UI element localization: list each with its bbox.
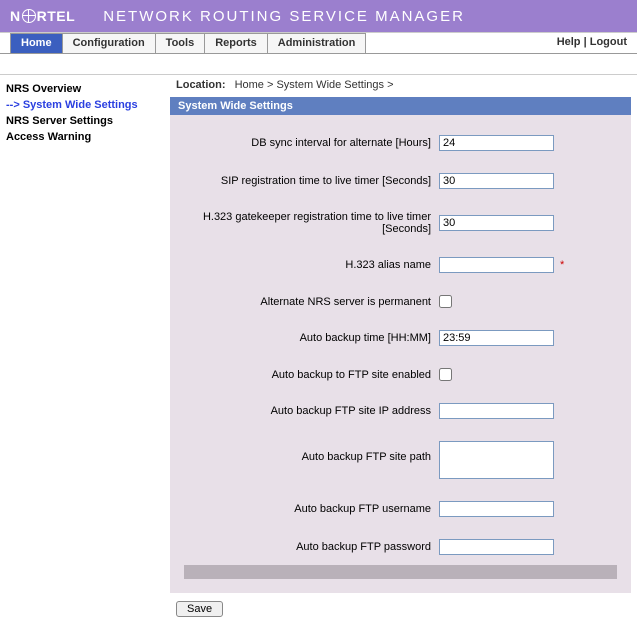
input-ftp-ip[interactable] bbox=[439, 403, 554, 419]
input-ftp-pass[interactable] bbox=[439, 539, 554, 555]
label-alt-permanent: Alternate NRS server is permanent bbox=[184, 296, 439, 308]
brand-post: RTEL bbox=[37, 8, 76, 24]
sidebar: NRS Overview System Wide Settings NRS Se… bbox=[0, 75, 170, 145]
label-ftp-path: Auto backup FTP site path bbox=[184, 441, 439, 463]
required-marker: * bbox=[560, 259, 564, 271]
footer-strip bbox=[184, 565, 617, 579]
brand-logo: N RTEL bbox=[10, 8, 75, 24]
input-db-sync[interactable] bbox=[439, 135, 554, 151]
help-link[interactable]: Help bbox=[557, 36, 581, 48]
main-area: NRS Overview System Wide Settings NRS Se… bbox=[0, 75, 637, 617]
breadcrumb-sep2: > bbox=[387, 79, 393, 91]
input-ftp-user[interactable] bbox=[439, 501, 554, 517]
logout-link[interactable]: Logout bbox=[590, 36, 627, 48]
breadcrumb: Location: Home > System Wide Settings > bbox=[170, 75, 631, 97]
sidebar-item-server-settings[interactable]: NRS Server Settings bbox=[6, 113, 162, 129]
brand-pre: N bbox=[10, 8, 21, 24]
label-h323-ttl: H.323 gatekeeper registration time to li… bbox=[184, 211, 439, 235]
breadcrumb-home[interactable]: Home bbox=[235, 79, 264, 91]
settings-form: DB sync interval for alternate [Hours] S… bbox=[170, 115, 631, 593]
label-db-sync: DB sync interval for alternate [Hours] bbox=[184, 137, 439, 149]
sidebar-item-system-wide[interactable]: System Wide Settings bbox=[6, 97, 162, 113]
label-h323-alias: H.323 alias name bbox=[184, 259, 439, 271]
checkbox-ftp-enabled[interactable] bbox=[439, 368, 452, 381]
input-h323-ttl[interactable] bbox=[439, 215, 554, 231]
sidebar-item-overview[interactable]: NRS Overview bbox=[6, 81, 162, 97]
label-ftp-user: Auto backup FTP username bbox=[184, 503, 439, 515]
tab-administration[interactable]: Administration bbox=[267, 33, 367, 53]
sidebar-item-access-warning[interactable]: Access Warning bbox=[6, 129, 162, 145]
section-header: System Wide Settings bbox=[170, 97, 631, 115]
globe-icon bbox=[22, 9, 36, 23]
breadcrumb-label: Location: bbox=[176, 79, 226, 91]
save-button[interactable]: Save bbox=[176, 601, 223, 617]
tab-tools[interactable]: Tools bbox=[155, 33, 206, 53]
label-ftp-ip: Auto backup FTP site IP address bbox=[184, 405, 439, 417]
label-ftp-enabled: Auto backup to FTP site enabled bbox=[184, 369, 439, 381]
tab-reports[interactable]: Reports bbox=[204, 33, 268, 53]
header-links: Help | Logout bbox=[547, 33, 637, 53]
input-sip-ttl[interactable] bbox=[439, 173, 554, 189]
tab-home[interactable]: Home bbox=[10, 33, 63, 53]
checkbox-alt-permanent[interactable] bbox=[439, 295, 452, 308]
textarea-ftp-path[interactable] bbox=[439, 441, 554, 479]
top-banner: N RTEL NETWORK ROUTING SERVICE MANAGER bbox=[0, 0, 637, 32]
tab-configuration[interactable]: Configuration bbox=[62, 33, 156, 53]
label-auto-backup-time: Auto backup time [HH:MM] bbox=[184, 332, 439, 344]
breadcrumb-current[interactable]: System Wide Settings bbox=[276, 79, 384, 91]
label-sip-ttl: SIP registration time to live timer [Sec… bbox=[184, 175, 439, 187]
content-area: Location: Home > System Wide Settings > … bbox=[170, 75, 637, 617]
label-ftp-pass: Auto backup FTP password bbox=[184, 541, 439, 553]
input-auto-backup-time[interactable] bbox=[439, 330, 554, 346]
main-tabs: Home Configuration Tools Reports Adminis… bbox=[0, 32, 637, 54]
input-h323-alias[interactable] bbox=[439, 257, 554, 273]
app-title: NETWORK ROUTING SERVICE MANAGER bbox=[103, 8, 465, 25]
